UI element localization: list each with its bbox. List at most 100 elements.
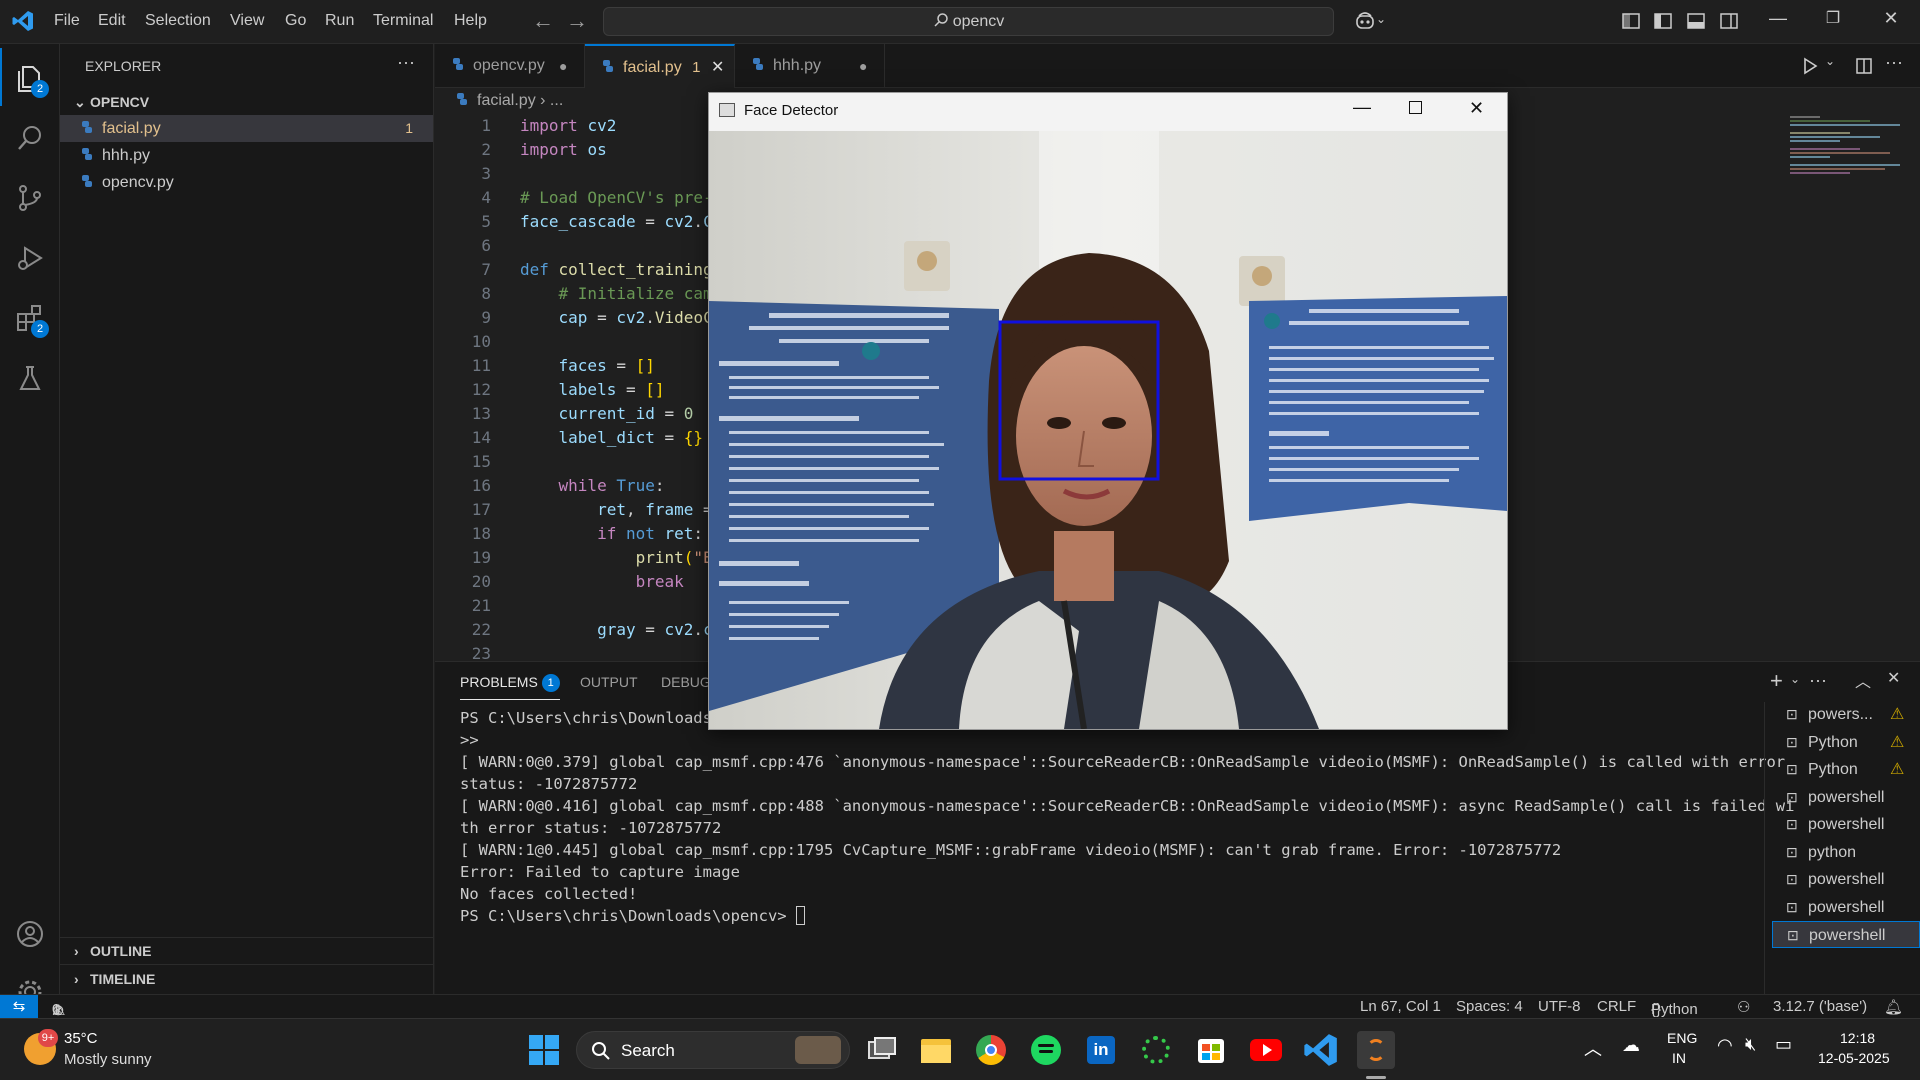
terminal-item-powershell-active[interactable]: ⊡ powershell: [1772, 921, 1920, 948]
command-center-search[interactable]: opencv: [603, 7, 1334, 36]
chrome-icon[interactable]: [972, 1031, 1010, 1069]
minimize-button[interactable]: —: [1353, 97, 1371, 118]
terminal-item-powershell[interactable]: ⊡ powers... ⚠: [1772, 701, 1920, 728]
run-python-icon[interactable]: [1801, 57, 1819, 75]
close-panel-icon[interactable]: ✕: [1887, 668, 1900, 688]
run-debug-button[interactable]: [0, 228, 60, 286]
onedrive-icon[interactable]: ☁: [1622, 1035, 1640, 1056]
split-editor-icon[interactable]: [1855, 57, 1873, 75]
interpreter[interactable]: 3.12.7 ('base'): [1773, 998, 1867, 1015]
source-control-button[interactable]: [0, 168, 60, 226]
temperature[interactable]: 35°C: [64, 1030, 98, 1047]
accounts-button[interactable]: [0, 904, 60, 962]
terminal-item-powershell[interactable]: ⊡ powershell: [1772, 784, 1920, 811]
minimize-button[interactable]: —: [1763, 8, 1793, 34]
tab-opencv[interactable]: opencv.py ●: [435, 44, 585, 88]
tab-debug[interactable]: DEBUG: [661, 674, 711, 690]
tab-problems[interactable]: PROBLEMS 1: [460, 674, 560, 700]
face-detector-window[interactable]: Face Detector — ✕: [708, 92, 1508, 730]
file-item-facial[interactable]: facial.py 1: [60, 115, 433, 142]
toggle-sidebar-icon[interactable]: [1652, 10, 1674, 32]
outline-section[interactable]: › OUTLINE: [74, 943, 151, 959]
close-button[interactable]: ✕: [1876, 8, 1906, 34]
maximize-panel-icon[interactable]: ︿: [1855, 668, 1871, 692]
minimap[interactable]: [1790, 114, 1910, 244]
maximize-button[interactable]: [1409, 101, 1422, 114]
notifications-bell-icon[interactable]: 🔔︎: [1884, 998, 1903, 1016]
tray-overflow-icon[interactable]: ︿: [1584, 1035, 1602, 1061]
customize-layout-icon[interactable]: [1620, 10, 1642, 32]
terminal-item-python[interactable]: ⊡ python: [1772, 839, 1920, 866]
explorer-button[interactable]: 2: [0, 48, 60, 106]
cursor-position[interactable]: Ln 67, Col 1: [1360, 998, 1441, 1015]
menu-edit[interactable]: Edit: [98, 12, 126, 30]
indentation[interactable]: Spaces: 4: [1456, 998, 1523, 1015]
toggle-secondary-sidebar-icon[interactable]: [1718, 10, 1740, 32]
file-item-hhh[interactable]: hhh.py: [60, 142, 433, 169]
menu-go[interactable]: Go: [285, 12, 306, 30]
youtube-icon[interactable]: [1247, 1031, 1285, 1069]
breadcrumb[interactable]: facial.py › ...: [455, 92, 563, 110]
tab-facial[interactable]: facial.py 1 ✕: [585, 44, 735, 88]
terminal-item-powershell[interactable]: ⊡ powershell: [1772, 811, 1920, 838]
folder-header[interactable]: ⌄ OPENCV: [74, 94, 149, 111]
taskbar-search[interactable]: Search: [576, 1031, 850, 1069]
spinner-app-icon[interactable]: [1137, 1031, 1175, 1069]
terminal-item-powershell[interactable]: ⊡ powershell: [1772, 866, 1920, 893]
microsoft-store-icon[interactable]: [1192, 1031, 1230, 1069]
clock-date[interactable]: 12-05-2025: [1818, 1050, 1890, 1066]
extensions-button[interactable]: 2: [0, 288, 60, 346]
tab-hhh[interactable]: hhh.py ●: [735, 44, 885, 88]
clock-time[interactable]: 12:18: [1840, 1030, 1875, 1046]
menu-file[interactable]: File: [54, 12, 80, 30]
menu-run[interactable]: Run: [325, 12, 354, 30]
windows-start-icon[interactable]: [529, 1035, 559, 1065]
menu-help[interactable]: Help: [454, 12, 487, 30]
more-actions-icon[interactable]: ···: [1885, 52, 1903, 73]
restore-button[interactable]: ❐: [1818, 8, 1848, 34]
spotify-icon[interactable]: [1027, 1031, 1065, 1069]
unsaved-dot-icon[interactable]: ●: [559, 44, 567, 88]
run-chevron-icon[interactable]: ⌄: [1825, 54, 1835, 68]
tab-output[interactable]: OUTPUT: [580, 674, 638, 690]
end-of-line[interactable]: CRLF: [1597, 998, 1636, 1015]
language-indicator[interactable]: ENG: [1667, 1030, 1697, 1046]
search-button[interactable]: [0, 108, 60, 166]
volume-muted-icon[interactable]: 🔇︎: [1745, 1034, 1756, 1055]
vscode-taskbar-icon[interactable]: [1302, 1031, 1340, 1069]
close-button[interactable]: ✕: [1469, 98, 1484, 119]
terminal-icon: ⊡: [1786, 843, 1798, 860]
forward-arrow-icon[interactable]: →: [566, 8, 588, 34]
task-view-icon[interactable]: [862, 1031, 900, 1069]
terminal-dropdown-icon[interactable]: ⌄: [1790, 672, 1800, 686]
menu-view[interactable]: View: [230, 12, 264, 30]
weather-text[interactable]: Mostly sunny: [64, 1051, 152, 1068]
unsaved-dot-icon[interactable]: ●: [859, 44, 867, 88]
linkedin-icon[interactable]: in: [1082, 1031, 1120, 1069]
copilot-icon[interactable]: [1354, 10, 1376, 32]
terminal-item-python[interactable]: ⊡ Python ⚠: [1772, 729, 1920, 756]
terminal-output[interactable]: PS C:\Users\chris\Downloads\ >>[ WARN:0@0…: [460, 707, 1794, 927]
file-item-opencv[interactable]: opencv.py: [60, 169, 433, 196]
back-arrow-icon[interactable]: ←: [532, 8, 554, 34]
terminal-item-powershell[interactable]: ⊡ powershell: [1772, 894, 1920, 921]
testing-button[interactable]: [0, 348, 60, 406]
remote-indicator-icon[interactable]: ⇆: [0, 995, 38, 1019]
toggle-panel-icon[interactable]: [1685, 10, 1707, 32]
timeline-section[interactable]: › TIMELINE: [74, 971, 155, 987]
encoding[interactable]: UTF-8: [1538, 998, 1581, 1015]
copilot-status-icon[interactable]: ⚇: [1737, 998, 1750, 1016]
copilot-chevron-icon[interactable]: ⌄: [1376, 12, 1386, 26]
menu-selection[interactable]: Selection: [145, 12, 211, 30]
more-actions-icon[interactable]: ···: [1809, 670, 1827, 691]
terminal-item-python[interactable]: ⊡ Python ⚠: [1772, 756, 1920, 783]
wifi-icon[interactable]: ◠: [1717, 1035, 1733, 1056]
region-indicator[interactable]: IN: [1672, 1050, 1686, 1066]
python-window-icon[interactable]: [1357, 1031, 1395, 1069]
close-tab-icon[interactable]: ✕: [711, 46, 724, 90]
new-terminal-icon[interactable]: +: [1770, 668, 1783, 694]
file-explorer-icon[interactable]: [917, 1031, 955, 1069]
menu-terminal[interactable]: Terminal: [373, 12, 433, 30]
battery-icon[interactable]: ▭: [1775, 1034, 1792, 1055]
more-actions-icon[interactable]: ···: [397, 52, 415, 73]
